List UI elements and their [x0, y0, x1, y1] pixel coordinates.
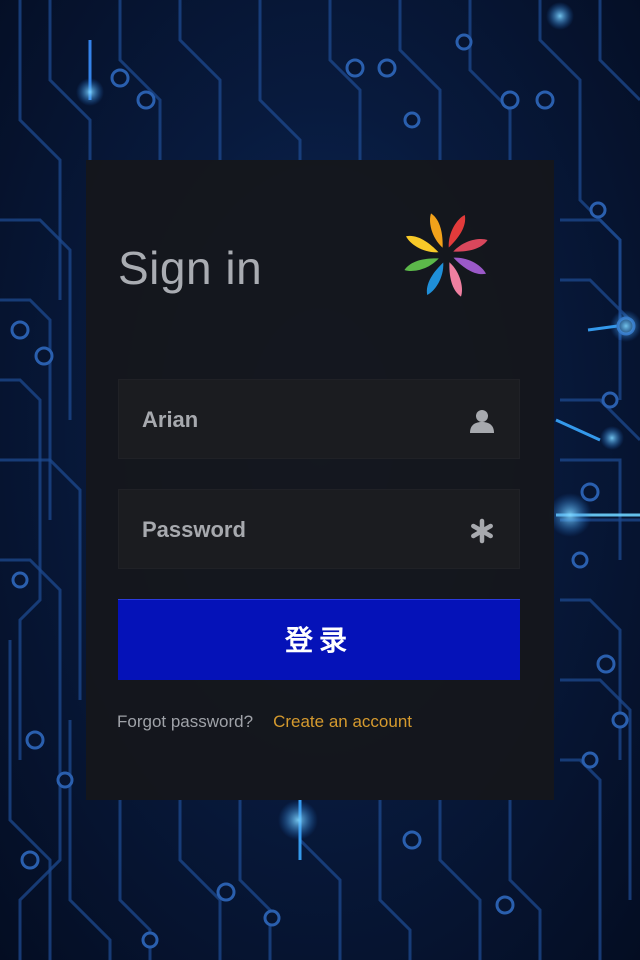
account-links: Forgot password? Create an account [117, 708, 412, 736]
user-icon [470, 410, 494, 433]
password-placeholder: Password [142, 517, 246, 542]
forgot-password-link[interactable]: Forgot password? [117, 712, 253, 731]
pinwheel-logo [404, 213, 488, 297]
login-button[interactable]: 登录 [118, 599, 520, 680]
login-screen: Sign in Arian Password 登录 Forgot passwor… [0, 0, 640, 960]
asterisk-icon [471, 518, 493, 544]
password-field[interactable]: Password [118, 489, 520, 569]
username-field[interactable]: Arian [118, 379, 520, 459]
username-value: Arian [142, 407, 199, 432]
create-account-link[interactable]: Create an account [273, 712, 412, 731]
sign-in-title: Sign in [118, 242, 263, 294]
